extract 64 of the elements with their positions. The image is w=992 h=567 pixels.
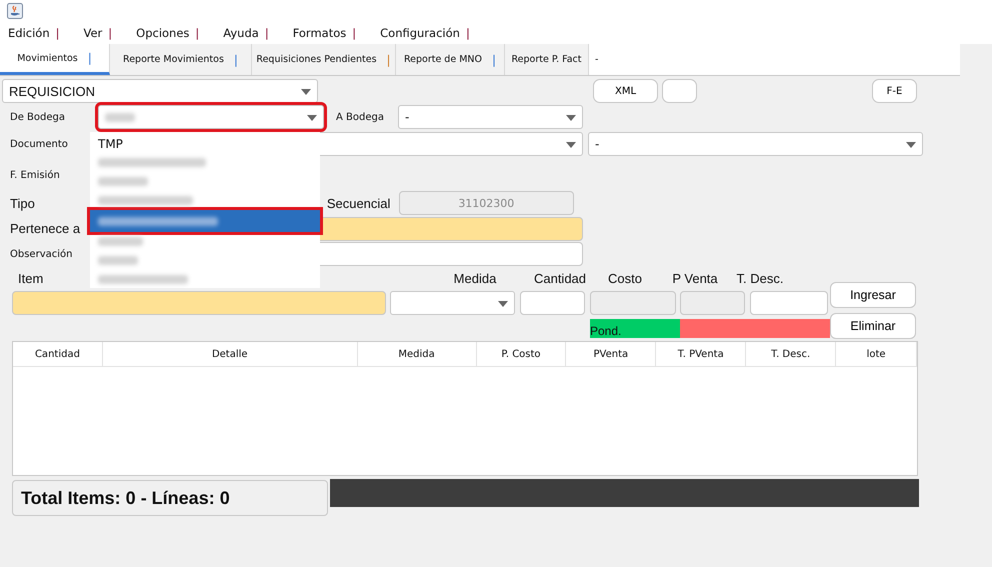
tab[interactable]: Movimientos | — [0, 44, 110, 75]
item-field[interactable] — [12, 291, 386, 315]
column-header[interactable]: T. Desc. — [746, 342, 836, 366]
menu-item[interactable]: Configuración — [380, 26, 460, 40]
menu-separator: | — [352, 26, 356, 40]
field-label: Pertenece a — [10, 221, 82, 236]
caret-icon — [906, 142, 916, 148]
menu-separator: | — [108, 26, 112, 40]
menu-separator: | — [264, 26, 269, 40]
column-header[interactable]: Medida — [358, 342, 476, 366]
menu-separator: | — [56, 26, 60, 40]
column-label: P Venta — [671, 270, 719, 286]
field-label: De Bodega — [10, 112, 66, 122]
menu-item[interactable]: Ayuda — [223, 26, 259, 40]
toolbar-button[interactable]: XML — [593, 79, 658, 103]
fe-button[interactable]: F-E — [872, 79, 917, 103]
column-header[interactable]: PVenta — [566, 342, 656, 366]
tab[interactable]: Requisiciones Pendientes | — [252, 44, 396, 75]
warehouse-combo[interactable] — [98, 105, 324, 129]
quantity-field[interactable] — [520, 291, 585, 315]
discount-field[interactable] — [750, 291, 828, 315]
caret-icon — [301, 89, 311, 95]
caret-icon — [498, 301, 508, 307]
ingresar-button[interactable]: Ingresar — [830, 282, 916, 308]
column-label: Cantidad — [532, 270, 588, 286]
field-label: Documento — [10, 138, 69, 150]
column-label: T. Desc. — [736, 270, 784, 286]
field-label: F. Emisión — [10, 170, 60, 180]
tab[interactable]: Reporte de MNO | — [396, 44, 505, 75]
eliminar-button[interactable]: Eliminar — [830, 313, 916, 339]
field-label: Secuencial — [326, 196, 392, 210]
type-combo[interactable]: REQUISICION — [2, 79, 318, 103]
java-cup-icon — [7, 3, 23, 19]
column-header[interactable]: Detalle — [102, 342, 358, 366]
document-combo[interactable]: - — [588, 132, 923, 156]
field-label: A Bodega — [336, 112, 385, 122]
caret-icon — [307, 115, 317, 121]
column-header[interactable]: Cantidad — [13, 342, 103, 366]
column-header[interactable]: lote — [836, 342, 918, 366]
column-label: Item — [18, 270, 44, 286]
menu-item[interactable]: Edición — [8, 26, 50, 40]
caret-icon — [566, 115, 576, 121]
tab[interactable]: Reporte P. Fact — [505, 44, 589, 75]
field-label: Observación — [10, 248, 74, 260]
menu-item[interactable]: Formatos — [292, 26, 346, 40]
dropdown-option[interactable]: TMP — [90, 134, 320, 153]
menu-item[interactable]: Opciones — [136, 26, 190, 40]
menu-separator: | — [466, 26, 470, 40]
warehouse-combo[interactable]: - — [398, 105, 583, 129]
menu-separator: | — [195, 26, 200, 40]
column-header[interactable]: P. Costo — [476, 342, 566, 366]
dropdown-option[interactable] — [90, 210, 320, 232]
unit-combo[interactable] — [390, 291, 515, 315]
tab[interactable]: Reporte Movimientos | — [110, 44, 252, 75]
status-bar-segment: Pond. — [590, 319, 680, 338]
tab-overflow[interactable]: - — [595, 54, 598, 65]
menu-item[interactable]: Ver — [83, 26, 102, 40]
column-label: Medida — [452, 270, 498, 286]
total-text: Total Items: 0 - Líneas: 0 — [21, 488, 230, 508]
column-header[interactable]: T. PVenta — [656, 342, 746, 366]
caret-icon — [566, 142, 576, 148]
field-label: Tipo — [10, 196, 35, 210]
column-label: Costo — [607, 270, 643, 286]
blank-button[interactable] — [662, 79, 697, 103]
